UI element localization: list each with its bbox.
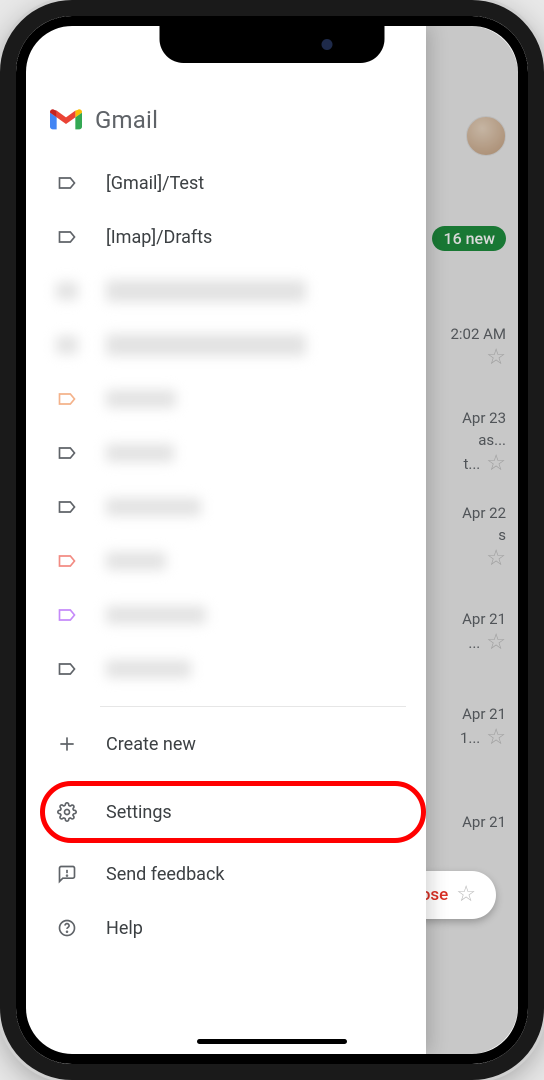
label-text: [Imap]/Drafts — [106, 227, 212, 248]
phone-frame: 16 new 2:02 AM ☆ Apr 23 as... t... ☆ Apr… — [0, 0, 544, 1080]
help-label: Help — [106, 918, 143, 939]
help-button[interactable]: Help — [26, 901, 426, 955]
gear-icon — [56, 801, 78, 823]
label-text — [106, 660, 191, 678]
screen: 16 new 2:02 AM ☆ Apr 23 as... t... ☆ Apr… — [26, 26, 518, 1054]
label-item-blurred[interactable] — [26, 426, 426, 480]
label-item-blurred[interactable] — [26, 534, 426, 588]
create-new-label: Create new — [106, 734, 196, 755]
highlight-annotation — [40, 781, 426, 843]
star-icon[interactable]: ☆ — [456, 884, 476, 906]
label-text — [106, 498, 201, 516]
label-icon — [56, 604, 78, 626]
send-feedback-label: Send feedback — [106, 864, 225, 885]
label-icon — [56, 334, 78, 356]
settings-label: Settings — [106, 802, 172, 823]
label-icon — [56, 172, 78, 194]
label-item-blurred[interactable] — [26, 588, 426, 642]
label-item-blurred[interactable] — [26, 642, 426, 696]
feedback-icon — [56, 863, 78, 885]
label-icon — [56, 550, 78, 572]
app-title: Gmail — [95, 106, 158, 134]
label-item-blurred[interactable] — [26, 372, 426, 426]
gmail-logo-icon — [50, 108, 82, 132]
send-feedback-button[interactable]: Send feedback — [26, 847, 426, 901]
help-icon — [56, 917, 78, 939]
label-icon — [56, 442, 78, 464]
label-icon — [56, 496, 78, 518]
label-text — [106, 390, 176, 408]
divider — [100, 706, 406, 707]
label-icon — [56, 658, 78, 680]
drawer-header: Gmail — [26, 88, 426, 156]
label-item-blurred[interactable] — [26, 480, 426, 534]
label-icon — [56, 280, 78, 302]
label-icon — [56, 226, 78, 248]
label-text — [106, 606, 206, 624]
home-indicator[interactable] — [197, 1039, 347, 1044]
label-item-blurred[interactable] — [26, 264, 426, 318]
label-item-blurred[interactable] — [26, 318, 426, 372]
navigation-drawer: Gmail [Gmail]/Test [Imap]/Drafts — [26, 26, 426, 1054]
label-item-imap-drafts[interactable]: [Imap]/Drafts — [26, 210, 426, 264]
drawer-labels-list: [Gmail]/Test [Imap]/Drafts — [26, 156, 426, 955]
label-text — [106, 552, 166, 570]
plus-icon — [56, 733, 78, 755]
settings-button[interactable]: Settings — [26, 785, 426, 839]
create-new-button[interactable]: Create new — [26, 717, 426, 771]
label-icon — [56, 388, 78, 410]
phone-notch — [160, 25, 385, 63]
label-item-gmail-test[interactable]: [Gmail]/Test — [26, 156, 426, 210]
label-text — [106, 444, 174, 462]
label-text — [106, 334, 306, 356]
label-text — [106, 280, 306, 302]
label-text: [Gmail]/Test — [106, 173, 204, 194]
